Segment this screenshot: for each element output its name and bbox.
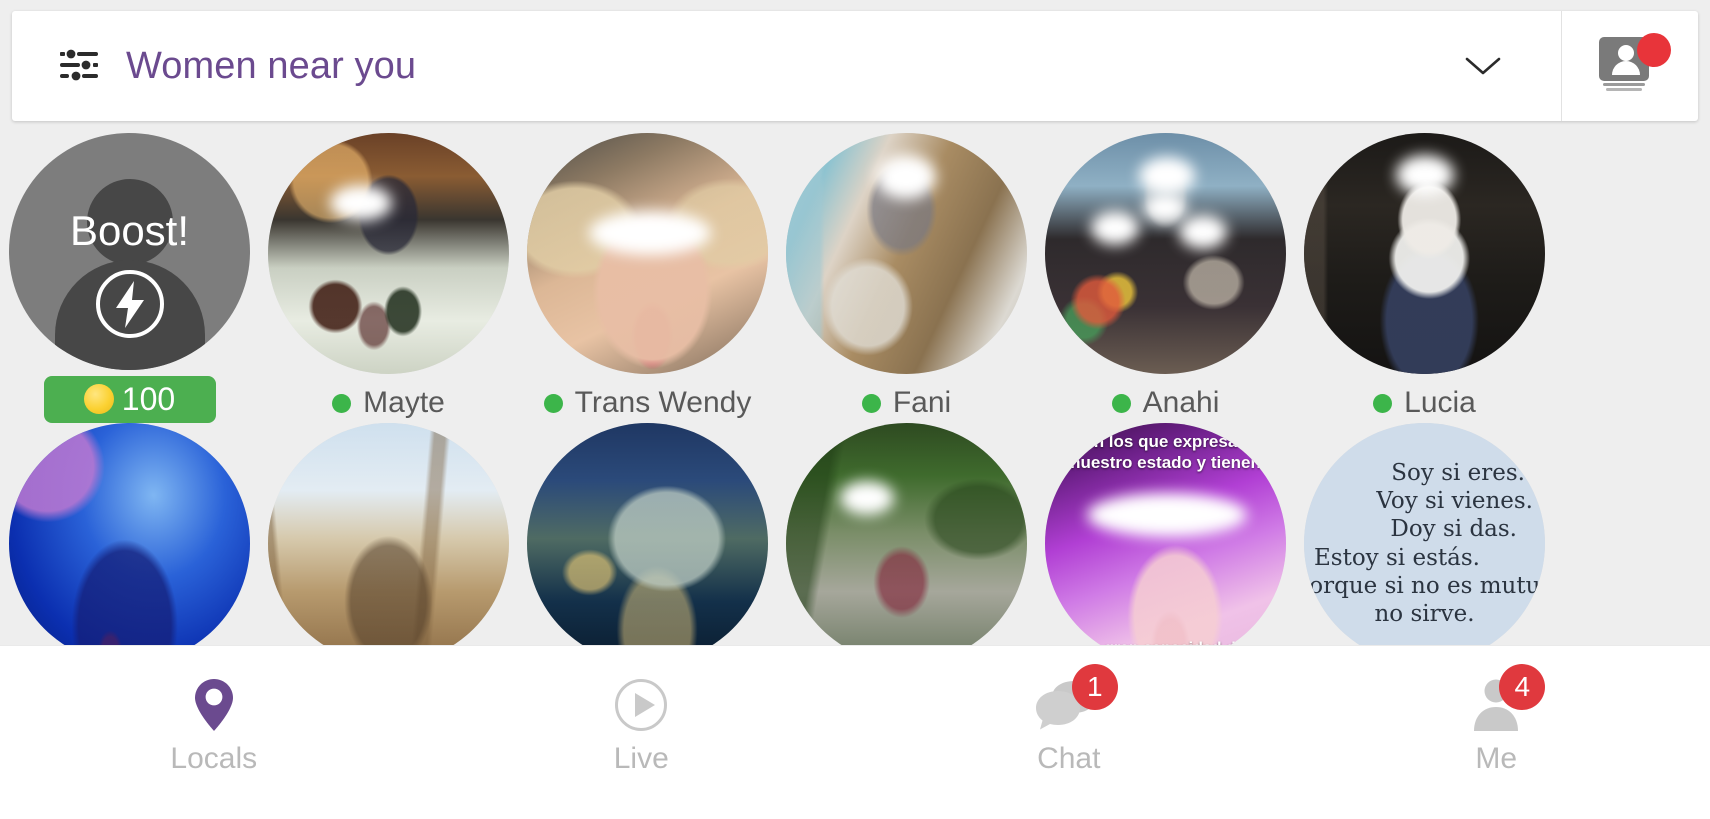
avatar[interactable]	[786, 133, 1027, 374]
header-filter-bar[interactable]: Women near you	[12, 11, 1562, 121]
person-tile[interactable]	[259, 423, 518, 645]
nav-item-me[interactable]: 4 Me	[1283, 664, 1710, 776]
nav-item-live[interactable]: Live	[428, 674, 856, 776]
nav-label-me: Me	[1475, 742, 1518, 775]
app-header: Women near you	[12, 11, 1698, 121]
profile-cards-icon[interactable]	[1593, 31, 1671, 101]
quote-line: Soy si eres.	[1391, 460, 1525, 487]
person-tile[interactable]: n los que expresa nuestro estado y tiene…	[1036, 423, 1295, 645]
person-name-row: Lucia	[1373, 386, 1476, 420]
people-grid: Boost! 100 Mayte Trans Wendy Fani Anahi …	[0, 133, 1710, 645]
person-name: Lucia	[1404, 386, 1476, 419]
face-blur-patch	[1139, 157, 1195, 195]
sliders-filter-icon[interactable]	[56, 43, 102, 89]
bottom-navigation-bar: Locals Live 1 Chat 4 Me	[0, 645, 1710, 819]
person-name-row: Fani	[861, 386, 952, 420]
person-tile[interactable]: Anahi	[1036, 133, 1295, 423]
person-tile[interactable]: Lucia	[1295, 133, 1554, 423]
chevron-down-icon[interactable]	[1461, 51, 1505, 81]
avatar[interactable]	[1304, 133, 1545, 374]
grid-row-1: Boost! 100 Mayte Trans Wendy Fani Anahi …	[0, 133, 1710, 423]
person-tile[interactable]: Mayte	[259, 133, 518, 423]
person-name-row: Trans Wendy	[543, 386, 752, 420]
map-pin-icon[interactable]	[179, 674, 249, 736]
online-status-dot	[861, 393, 881, 413]
face-blur-patch	[1179, 215, 1227, 249]
face-blur-patch	[876, 155, 936, 199]
quote-line: Estoy si estás.	[1314, 544, 1480, 571]
boost-avatar[interactable]: Boost!	[9, 133, 250, 370]
nav-item-chat[interactable]: 1 Chat	[855, 664, 1283, 776]
person-name: Mayte	[363, 386, 445, 419]
chat-bubbles-icon[interactable]: 1	[1034, 664, 1118, 736]
face-blur-patch	[1396, 155, 1454, 195]
person-tile[interactable]	[777, 423, 1036, 645]
avatar[interactable]: n los que expresa nuestro estado y tiene…	[1045, 423, 1286, 645]
nav-label-chat: Chat	[1037, 742, 1101, 775]
face-blur-patch	[1087, 493, 1247, 537]
online-status-dot	[1373, 393, 1393, 413]
avatar[interactable]	[9, 423, 250, 645]
boost-tile[interactable]: Boost! 100	[0, 133, 259, 423]
avatar[interactable]	[527, 133, 768, 374]
handwritten-quote-tile: Soy si eres. Voy si vienes. Doy si das. …	[1304, 423, 1545, 645]
lightning-bolt-icon	[94, 268, 166, 340]
grid-row-2: n los que expresa nuestro estado y tiene…	[0, 423, 1710, 645]
quote-line: no sirve.	[1374, 600, 1475, 627]
boost-label: Boost!	[69, 207, 190, 254]
nav-label-locals: Locals	[170, 742, 258, 775]
tile-overlay-text-top: n los que expresa nuestro estado y tiene…	[1045, 431, 1286, 474]
quote-line: Voy si vienes.	[1376, 488, 1533, 515]
person-name: Fani	[892, 386, 952, 419]
boost-coin-count: 100	[121, 380, 176, 417]
play-circle-icon[interactable]	[606, 674, 676, 736]
avatar[interactable]: Soy si eres. Voy si vienes. Doy si das. …	[1304, 423, 1545, 645]
nav-label-live: Live	[613, 742, 669, 775]
person-name: Anahi	[1142, 386, 1220, 419]
face-blur-patch	[840, 481, 894, 515]
visitors-button[interactable]	[1562, 11, 1698, 121]
avatar[interactable]	[1045, 133, 1286, 374]
face-blur-patch	[330, 185, 392, 221]
person-name: Trans Wendy	[574, 386, 752, 419]
person-tile[interactable]: Soy si eres. Voy si vienes. Doy si das. …	[1295, 423, 1554, 645]
person-tile[interactable]	[0, 423, 259, 645]
person-tile[interactable]	[518, 423, 777, 645]
person-name-row: Anahi	[1111, 386, 1220, 420]
online-status-dot	[1111, 393, 1131, 413]
face-blur-patch	[1091, 211, 1139, 245]
face-blur-patch	[1143, 193, 1187, 223]
overlay-line-2: nuestro estado y tienen	[1070, 453, 1261, 473]
nav-item-locals[interactable]: Locals	[0, 674, 428, 776]
me-badge: 4	[1499, 664, 1546, 710]
person-tile[interactable]: Trans Wendy	[518, 133, 777, 423]
online-status-dot	[332, 393, 352, 413]
page-title: Women near you	[126, 44, 417, 87]
boost-price-badge[interactable]: 100	[43, 375, 216, 423]
avatar[interactable]	[786, 423, 1027, 645]
quote-line: Porque si no es mutuo	[1304, 572, 1545, 599]
visitors-badge-dot	[1637, 33, 1671, 67]
avatar[interactable]	[527, 423, 768, 645]
person-icon[interactable]: 4	[1461, 664, 1546, 736]
online-status-dot	[543, 393, 563, 413]
avatar[interactable]	[268, 423, 509, 645]
chat-badge: 1	[1071, 664, 1118, 710]
person-tile[interactable]: Fani	[777, 133, 1036, 423]
coin-icon	[83, 384, 114, 415]
quote-line: Doy si das.	[1390, 516, 1517, 543]
face-blur-patch	[589, 211, 711, 255]
person-name-row: Mayte	[332, 386, 445, 420]
avatar[interactable]	[268, 133, 509, 374]
overlay-line-1: n los que expresa	[1093, 432, 1238, 451]
